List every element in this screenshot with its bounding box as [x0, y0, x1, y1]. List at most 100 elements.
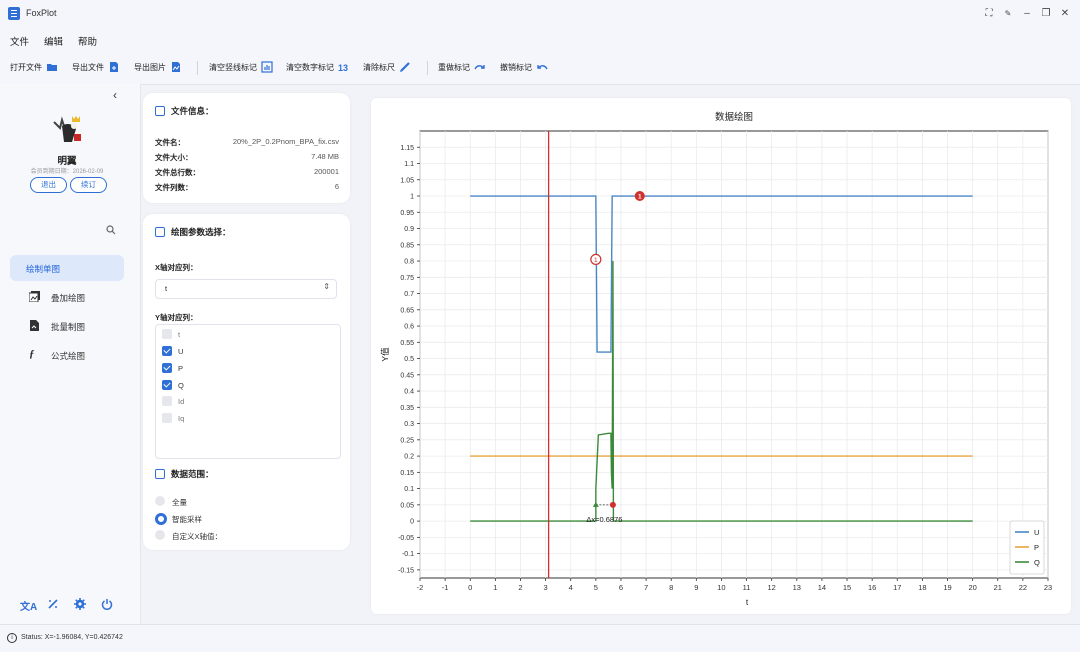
- y-tick-label: 0.8: [404, 259, 414, 266]
- x-tick-label: -1: [442, 583, 449, 592]
- y-tick-label: -0.1: [402, 551, 414, 558]
- search-icon[interactable]: [106, 225, 116, 235]
- redo-marker-button[interactable]: 重做标记: [438, 61, 486, 73]
- menu-edit[interactable]: 编辑: [44, 34, 63, 48]
- y-tick-label: 0.25: [400, 437, 414, 444]
- checkbox-u[interactable]: [162, 346, 172, 356]
- nav-batch-chart[interactable]: 批量制图: [10, 313, 124, 339]
- collapse-sidebar-icon[interactable]: ‹: [113, 88, 117, 102]
- y-tick-label: 0.05: [400, 502, 414, 509]
- renew-button[interactable]: 续订: [70, 177, 107, 193]
- nav-batch-chart-label: 批量制图: [51, 322, 86, 332]
- y-tick-label: 0.1: [404, 486, 414, 493]
- data-chart[interactable]: -2 -1 0 1 2 3 4 5 6 7 8 9 10 11 12 13 14 15 16 17 18 19 20 21 22…: [371, 98, 1071, 614]
- ruler-pen-icon: [400, 62, 410, 72]
- menu-bar: 文件 编辑 帮助: [0, 28, 1080, 52]
- checkbox-iq[interactable]: [162, 413, 172, 423]
- radio-custom-x[interactable]: [155, 530, 165, 540]
- clear-vlines-label: 清空竖线标记: [209, 62, 257, 72]
- y-tick-label: 0.6: [404, 324, 414, 331]
- chart-panel: -2 -1 0 1 2 3 4 5 6 7 8 9 10 11 12 13 14 15 16 17 18 19 20 21 22…: [371, 98, 1071, 614]
- x-tick-label: 17: [893, 583, 901, 592]
- y-tick-label: 0.15: [400, 470, 414, 477]
- open-file-button[interactable]: 打开文件: [10, 61, 58, 73]
- y-tick-label: 0.55: [400, 340, 414, 347]
- checkbox-q[interactable]: [162, 380, 172, 390]
- redo-marker-label: 重做标记: [438, 62, 470, 72]
- toolbar-separator: [427, 61, 428, 75]
- nav-overlay-chart[interactable]: 叠加绘图: [10, 284, 124, 310]
- checkbox-t[interactable]: [162, 329, 172, 339]
- x-tick-label: 9: [694, 583, 698, 592]
- export-file-label: 导出文件: [72, 62, 104, 72]
- fullscreen-icon[interactable]: ⛶: [981, 6, 997, 22]
- y-column-label: Y轴对应列：: [155, 313, 198, 322]
- y-tick-label: -0.15: [398, 567, 414, 574]
- x-column-select[interactable]: t ⇕: [155, 279, 337, 299]
- x-tick-label: 2: [518, 583, 522, 592]
- x-tick-label: 18: [918, 583, 926, 592]
- checkbox-p[interactable]: [162, 363, 172, 373]
- y-option-id-label: Id: [178, 397, 185, 406]
- toolbar-separator: [197, 61, 198, 75]
- clear-vlines-button[interactable]: 清空竖线标记: [209, 61, 273, 73]
- x-tick-label: 7: [644, 583, 648, 592]
- y-option-u-label: U: [178, 347, 184, 356]
- ruler-label: Δx=0.6876: [586, 515, 622, 524]
- export-file-button[interactable]: 导出文件: [72, 61, 120, 73]
- file-info-title: 文件信息：: [171, 106, 214, 116]
- undo-marker-button[interactable]: 撤销标记: [500, 61, 548, 73]
- clear-number-markers-button[interactable]: 清空数字标记 13: [286, 61, 350, 74]
- radio-custom-x-label: 自定义X轴值：: [172, 532, 223, 541]
- y-tick-label: 1: [410, 194, 414, 201]
- legend-label-Q: Q: [1034, 558, 1040, 567]
- minimize-icon[interactable]: –: [1019, 6, 1035, 22]
- x-column-value: t: [165, 284, 168, 293]
- formula-icon: ƒ: [29, 348, 35, 360]
- membership-expiry: 会员到期日期：2026-02-09: [30, 169, 104, 175]
- avatar: [53, 116, 81, 142]
- checkbox-id[interactable]: [162, 396, 172, 406]
- window-title: FoxPlot: [26, 8, 57, 18]
- chart-title: 数据绘图: [715, 111, 753, 123]
- export-image-label: 导出图片: [134, 62, 166, 72]
- pin-icon[interactable]: ✎: [1000, 6, 1016, 22]
- menu-file[interactable]: 文件: [10, 34, 29, 48]
- magic-wand-icon[interactable]: [47, 598, 59, 610]
- y-tick-label: 1.15: [400, 145, 414, 152]
- y-option-p-label: P: [178, 364, 184, 373]
- y-tick-label: 0.9: [404, 226, 414, 233]
- x-tick-label: 6: [619, 583, 623, 592]
- nav-overlay-chart-label: 叠加绘图: [51, 293, 86, 303]
- x-tick-label: 8: [669, 583, 673, 592]
- logout-button[interactable]: 退出: [30, 177, 67, 193]
- chevron-updown-icon: ⇕: [323, 282, 330, 291]
- file-columns-key: 文件列数：: [155, 183, 193, 192]
- x-tick-label: 22: [1019, 583, 1027, 592]
- radio-full-data[interactable]: [155, 496, 165, 506]
- nav-formula-chart[interactable]: ƒ 公式绘图: [10, 342, 124, 368]
- x-tick-label: 19: [943, 583, 951, 592]
- export-image-button[interactable]: 导出图片: [134, 61, 182, 73]
- nav-formula-chart-label: 公式绘图: [51, 351, 86, 361]
- y-tick-label: 0.3: [404, 421, 414, 428]
- x-tick-label: 5: [594, 583, 598, 592]
- x-tick-label: 12: [768, 583, 776, 592]
- x-tick-label: 10: [717, 583, 725, 592]
- clear-ruler-button[interactable]: 清除标尺: [363, 61, 411, 73]
- menu-help[interactable]: 帮助: [78, 34, 97, 48]
- x-axis-label: t: [746, 597, 749, 607]
- nav-single-chart[interactable]: 绘制单图: [10, 255, 124, 281]
- power-icon[interactable]: [101, 598, 113, 610]
- y-tick-label: 0.85: [400, 242, 414, 249]
- redo-icon: [474, 65, 485, 70]
- x-tick-label: 3: [544, 583, 548, 592]
- close-icon[interactable]: ✕: [1057, 6, 1073, 22]
- radio-smart-sampling[interactable]: [155, 513, 167, 525]
- x-column-label: X轴对应列：: [155, 263, 198, 272]
- restore-icon[interactable]: ❐: [1038, 6, 1054, 22]
- file-size-value: 7.48 MB: [311, 152, 339, 161]
- settings-icon[interactable]: [74, 598, 86, 610]
- y-tick-label: 0.45: [400, 372, 414, 379]
- translate-icon[interactable]: 文A: [20, 598, 37, 613]
